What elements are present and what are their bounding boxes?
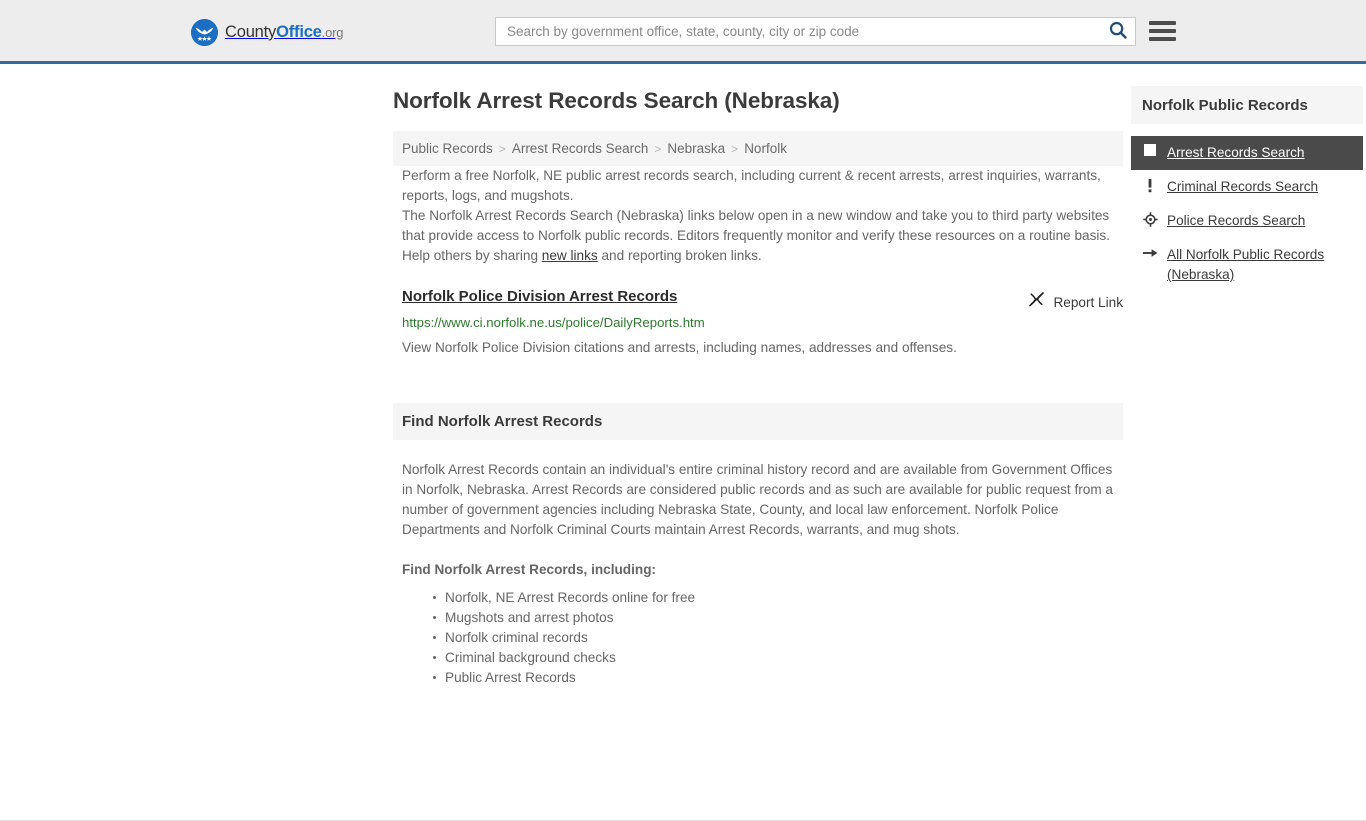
search-bar <box>495 17 1136 46</box>
sidebar-header: Norfolk Public Records <box>1131 86 1363 124</box>
menu-bar-1 <box>1149 21 1176 25</box>
sidebar-item-label: Arrest Records Search <box>1167 145 1305 160</box>
report-link-label: Report Link <box>1053 294 1123 310</box>
breadcrumb: Public Records > Arrest Records Search >… <box>393 131 1123 166</box>
eagle-stars-icon <box>191 19 218 46</box>
share-text-before: Help others by sharing <box>402 248 542 263</box>
site-logo-text: CountyOffice.org <box>225 23 343 42</box>
breadcrumb-separator: > <box>654 141 662 156</box>
sidebar-item-label: All Norfolk Public Records (Nebraska) <box>1167 247 1325 282</box>
main-column: Norfolk Arrest Records Search (Nebraska)… <box>393 64 1123 688</box>
share-text-after: and reporting broken links. <box>597 248 762 263</box>
breadcrumb-separator: > <box>498 141 506 156</box>
find-records-heading: Find Norfolk Arrest Records <box>402 413 603 430</box>
result-title-link[interactable]: Norfolk Police Division Arrest Records <box>402 288 677 305</box>
result-item: Norfolk Police Division Arrest Records R… <box>393 288 1123 357</box>
intro-paragraph-3: Help others by sharing new links and rep… <box>393 246 1123 266</box>
find-records-list: Norfolk, NE Arrest Records online for fr… <box>402 588 1114 688</box>
find-records-list-heading: Find Norfolk Arrest Records, including: <box>402 562 657 577</box>
new-links-link[interactable]: new links <box>542 248 598 263</box>
arrow-right-icon <box>1141 246 1159 260</box>
result-url: https://www.ci.norfolk.ne.us/police/Dail… <box>402 315 705 330</box>
list-item: Criminal background checks <box>433 648 1114 668</box>
search-button[interactable] <box>1101 18 1135 45</box>
broken-link-icon <box>1028 291 1045 313</box>
sidebar-item-police-records-search[interactable]: Police Records Search <box>1131 204 1363 238</box>
page-title: Norfolk Arrest Records Search (Nebraska) <box>393 88 840 113</box>
filled-square-icon <box>1141 144 1159 156</box>
intro-paragraph-2: The Norfolk Arrest Records Search (Nebra… <box>402 208 1110 243</box>
sidebar-item-label: Criminal Records Search <box>1167 179 1319 194</box>
sidebar-item-label: Police Records Search <box>1167 213 1306 228</box>
sidebar: Norfolk Public Records Arrest Records Se… <box>1131 86 1363 292</box>
breadcrumb-item-norfolk: Norfolk <box>744 141 787 156</box>
breadcrumb-separator: > <box>731 141 739 156</box>
search-input[interactable] <box>496 18 1101 45</box>
list-item: Norfolk, NE Arrest Records online for fr… <box>433 588 1114 608</box>
exclamation-icon <box>1141 178 1159 193</box>
result-description: View Norfolk Police Division citations a… <box>402 340 957 355</box>
sidebar-item-criminal-records-search[interactable]: Criminal Records Search <box>1131 170 1363 204</box>
list-item: Public Arrest Records <box>433 668 1114 688</box>
breadcrumb-item-nebraska[interactable]: Nebraska <box>667 141 725 156</box>
sidebar-list: Arrest Records Search Criminal Records S… <box>1131 136 1363 292</box>
brand-prefix: County <box>225 23 277 41</box>
sidebar-heading: Norfolk Public Records <box>1142 96 1308 114</box>
sidebar-item-all-norfolk-public-records[interactable]: All Norfolk Public Records (Nebraska) <box>1131 238 1363 292</box>
menu-bar-2 <box>1149 29 1176 33</box>
report-link-button[interactable]: Report Link <box>1028 291 1123 313</box>
list-item: Mugshots and arrest photos <box>433 608 1114 628</box>
breadcrumb-item-arrest-records-search[interactable]: Arrest Records Search <box>512 141 649 156</box>
search-icon <box>1109 21 1127 42</box>
list-item: Norfolk criminal records <box>433 628 1114 648</box>
menu-bar-3 <box>1149 37 1176 41</box>
crosshair-icon <box>1141 212 1159 227</box>
sidebar-item-arrest-records-search[interactable]: Arrest Records Search <box>1131 136 1363 170</box>
find-records-section-body: Norfolk Arrest Records contain an indivi… <box>393 440 1123 688</box>
breadcrumb-item-public-records[interactable]: Public Records <box>402 141 493 156</box>
find-records-paragraph: Norfolk Arrest Records contain an indivi… <box>402 462 1113 537</box>
site-header: CountyOffice.org <box>0 0 1366 64</box>
intro-paragraph-1: Perform a free Norfolk, NE public arrest… <box>402 168 1101 203</box>
find-records-section-header: Find Norfolk Arrest Records <box>393 403 1123 440</box>
site-logo[interactable]: CountyOffice.org <box>191 19 343 46</box>
hamburger-menu-icon[interactable] <box>1149 19 1176 43</box>
brand-tld: .org <box>321 25 344 40</box>
brand-bold: Office <box>276 23 322 41</box>
